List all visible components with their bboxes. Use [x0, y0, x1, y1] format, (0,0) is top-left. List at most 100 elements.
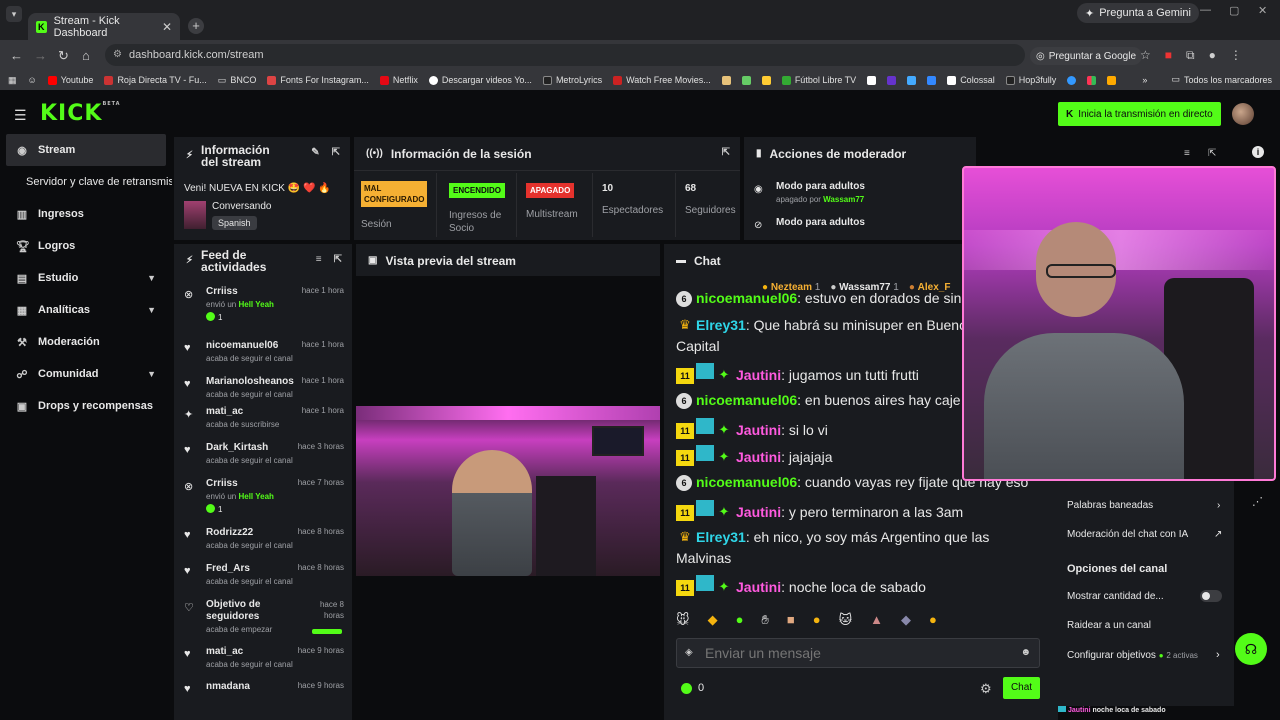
bookmark-item[interactable] [1107, 75, 1117, 85]
emote-icon[interactable]: ● [813, 612, 821, 628]
sidebar-item-logros[interactable]: 🏆︎ Logros [6, 230, 166, 262]
url-field[interactable]: ⚙ dashboard.kick.com/stream [105, 44, 1025, 66]
chat-input[interactable] [705, 642, 1005, 664]
ask-google-button[interactable]: ◎ Preguntar a Google [1030, 47, 1143, 65]
chat-username[interactable]: Elrey31 [696, 317, 746, 333]
bookmark-item[interactable]: MetroLyrics [542, 75, 602, 85]
forward-icon[interactable]: → [34, 48, 47, 63]
bookmark-item[interactable]: Colossal [947, 75, 995, 85]
chat-username[interactable]: Jautini [736, 579, 781, 595]
show-count-toggle[interactable] [1200, 590, 1222, 602]
menu-kebab-icon[interactable]: ⋮ [1230, 48, 1242, 63]
bookmark-item[interactable]: Fútbol Libre TV [781, 75, 856, 85]
sidebar-item-stream[interactable]: ◉ Stream [6, 134, 166, 166]
apps-grid-icon[interactable]: ▦ [8, 75, 17, 86]
chat-username[interactable]: nicoemanuel06 [696, 290, 797, 306]
popout-icon[interactable]: ⇱ [334, 254, 342, 266]
reload-icon[interactable]: ↻ [58, 48, 69, 64]
bookmark-item[interactable]: Watch Free Movies... [613, 75, 711, 85]
browser-tab[interactable]: K Stream - Kick Dashboard ✕ [28, 13, 180, 40]
new-tab-button[interactable]: + [188, 18, 204, 34]
emote-icon[interactable]: 🐭︎ [676, 612, 690, 628]
profile-icon[interactable]: ● [1209, 48, 1216, 63]
bookmark-item[interactable] [887, 75, 897, 85]
chat-username[interactable]: Jautini [736, 449, 781, 465]
edit-pencil-icon[interactable]: ✎ [311, 147, 319, 159]
bookmark-star-icon[interactable]: ☆ [1140, 48, 1151, 63]
share-icon[interactable]: ⋰ [1252, 495, 1263, 508]
sidebar-item-server-key[interactable]: Servidor y clave de retransmisión [16, 166, 172, 198]
bookmark-item[interactable]: Netflix [379, 75, 418, 85]
all-bookmarks-link[interactable]: Todos los marcadores [1184, 75, 1272, 85]
bookmark-item[interactable]: Descargar videos Yo... [428, 75, 532, 85]
ai-moderation-item[interactable]: Moderación del chat con IA ↗ [1067, 529, 1222, 540]
bookmark-item[interactable] [741, 75, 751, 85]
bookmark-item[interactable]: Roja Directa TV - Fu... [104, 75, 207, 85]
webcam-overlay[interactable] [962, 166, 1276, 481]
bookmark-item[interactable]: ▭ BNCO [218, 75, 257, 86]
extensions-puzzle-icon[interactable]: ⧉ [1186, 48, 1195, 63]
bookmark-item[interactable] [907, 75, 917, 85]
filter-icon[interactable]: ≡ [1184, 148, 1190, 159]
goals-item[interactable]: Configurar objetivos ● 2 activas [1067, 650, 1198, 661]
bookmark-item[interactable]: Fonts For Instagram... [267, 75, 369, 85]
chat-username[interactable]: Jautini [736, 504, 781, 520]
bookmark-item[interactable] [1087, 75, 1097, 85]
more-bookmarks-icon[interactable]: » [1142, 75, 1147, 85]
chat-username[interactable]: nicoemanuel06 [696, 474, 797, 490]
avatar[interactable] [1232, 103, 1254, 125]
menu-icon[interactable]: ☰ [14, 107, 27, 124]
chat-username[interactable]: Elrey31 [696, 529, 746, 545]
emote-icon[interactable]: ■ [787, 612, 795, 628]
emote-icon[interactable]: ▲ [870, 612, 883, 628]
emote-icon[interactable]: ✋︎ [761, 612, 768, 628]
maximize-icon[interactable]: ▢ [1229, 4, 1239, 17]
sidebar-item-moderacion[interactable]: ⚒ Moderación [6, 326, 166, 358]
support-fab-button[interactable]: ☊ [1235, 633, 1267, 665]
popout-icon[interactable]: ⇱ [332, 147, 340, 159]
sidebar-item-estudio[interactable]: ▤ Estudio ▼ [6, 262, 166, 294]
minimize-icon[interactable]: — [1200, 4, 1211, 16]
emote-icon[interactable]: ◆ [901, 612, 911, 628]
home-icon[interactable]: ⌂ [82, 48, 90, 63]
gemini-button[interactable]: ✦ Pregunta a Gemini [1077, 3, 1199, 23]
bookmark-item[interactable]: Youtube [47, 75, 93, 85]
bookmark-item[interactable] [761, 75, 771, 85]
gear-icon[interactable]: ⚙ [980, 681, 992, 697]
popout-icon[interactable]: ⇱ [1208, 148, 1216, 159]
emote-picker-icon[interactable]: ☻ [1020, 647, 1031, 658]
banned-words-item[interactable]: Palabras baneadas › [1067, 500, 1220, 511]
sidebar-item-drops[interactable]: ▣ Drops y recompensas [6, 390, 166, 422]
sidebar-item-comunidad[interactable]: ☍ Comunidad ▼ [6, 358, 166, 390]
close-window-icon[interactable]: ✕ [1258, 4, 1267, 17]
emote-icon[interactable]: 🐱︎ [839, 612, 853, 628]
bookmark-emoji-icon[interactable]: ☺ [28, 75, 37, 85]
kick-logo[interactable]: KICKBETA [40, 101, 121, 126]
emote-icon[interactable]: ● [736, 612, 744, 628]
chat-username[interactable]: nicoemanuel06 [696, 392, 797, 408]
bookmark-item[interactable] [867, 75, 877, 85]
back-icon[interactable]: ← [10, 48, 23, 63]
popout-icon[interactable]: ⇱ [722, 147, 730, 158]
site-info-icon[interactable]: ⚙ [113, 49, 122, 60]
bookmark-item[interactable] [721, 75, 731, 85]
chat-username[interactable]: Jautini [736, 422, 781, 438]
extension-icon[interactable]: ■ [1165, 48, 1172, 63]
go-live-button[interactable]: K Inicia la transmisión en directo [1058, 102, 1221, 126]
emote-icon[interactable]: ◆ [708, 612, 718, 628]
chat-send-button[interactable]: Chat [1003, 677, 1040, 699]
close-tab-icon[interactable]: ✕ [162, 20, 172, 34]
bookmark-item[interactable] [1067, 75, 1077, 85]
sidebar-item-analiticas[interactable]: ▦ Analíticas ▼ [6, 294, 166, 326]
chat-username[interactable]: Jautini [736, 367, 781, 383]
sidebar-item-ingresos[interactable]: ▥ Ingresos [6, 198, 166, 230]
info-icon[interactable]: i [1252, 146, 1264, 158]
raid-channel-item[interactable]: Raidear a un canal [1067, 620, 1151, 631]
emote-icon[interactable]: ● [929, 612, 937, 628]
points-display[interactable]: 0 [681, 682, 704, 694]
bookmark-item[interactable]: Hop3fully [1005, 75, 1056, 85]
chat-input-box[interactable]: ◈ ☻ [676, 638, 1040, 668]
bookmark-item[interactable] [927, 75, 937, 85]
filter-icon[interactable]: ≡ [316, 254, 322, 266]
stream-preview[interactable] [356, 276, 660, 720]
